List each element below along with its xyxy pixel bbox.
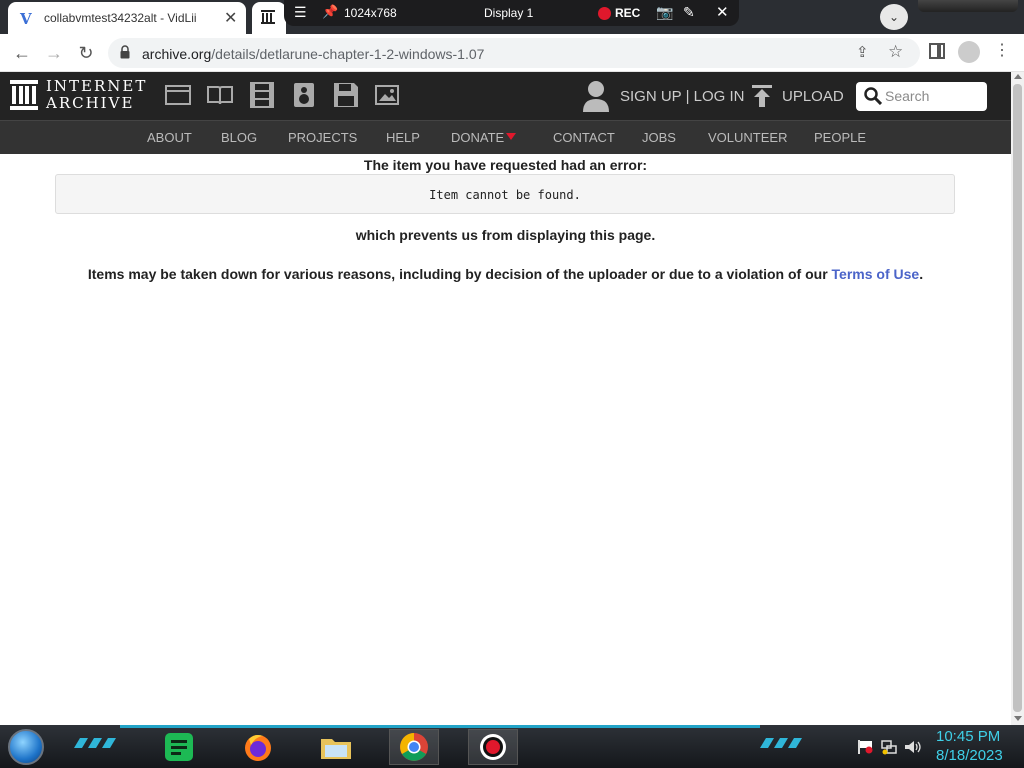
pen-icon[interactable]: ✎ [683,4,695,21]
nav-contact[interactable]: CONTACT [553,130,615,145]
share-icon[interactable]: ⇪ [856,43,869,61]
taskbar-decoration-right [760,738,802,748]
tab-close-icon[interactable]: ✕ [224,8,237,28]
nav-help[interactable]: HELP [386,130,420,145]
tab-title: collabvmtest34232alt - VidLii [44,11,197,25]
software-icon[interactable] [333,82,359,108]
site-header: INTERNET ARCHIVE SIGN UP | LOG IN UPLOAD [0,72,1011,120]
close-icon[interactable]: ✕ [716,3,729,21]
upload-icon[interactable] [752,85,772,107]
donate-heart-icon[interactable] [506,133,516,140]
video-icon[interactable] [249,82,275,108]
scrollbar-thumb[interactable] [1013,84,1022,712]
takedown-period: . [919,266,924,282]
record-label[interactable]: REC [615,6,640,20]
display-selector[interactable]: Display 1 [484,6,533,20]
page-scrollbar[interactable] [1011,72,1024,725]
menu-icon[interactable]: ☰ [294,4,307,21]
web-icon[interactable] [165,82,191,108]
search-input[interactable]: Search [856,82,987,111]
logo-line-1: INTERNET [46,77,148,95]
back-arrow-icon[interactable]: ← [10,41,34,65]
reload-icon[interactable]: ↻ [74,41,98,65]
nav-donate[interactable]: DONATE [451,130,504,145]
taskbar-decoration-left [74,738,116,748]
action-center-flag-icon[interactable] [857,740,873,754]
nav-blog[interactable]: BLOG [221,130,257,145]
takedown-text: Items may be taken down for various reas… [87,266,832,282]
network-icon[interactable] [881,739,897,755]
firefox-icon[interactable] [241,731,275,763]
tab-internet-archive[interactable] [252,2,286,34]
file-explorer-icon[interactable] [319,731,353,763]
taskbar-accent-line [120,725,760,728]
tab-search-chevron-icon[interactable]: ⌄ [880,4,908,30]
lock-icon [120,45,130,59]
bookmark-star-icon[interactable]: ☆ [888,42,903,62]
terms-of-use-link[interactable]: Terms of Use [832,266,920,282]
record-dot-icon[interactable] [598,7,611,20]
chrome-icon[interactable] [397,731,431,763]
browser-tab-strip: V collabvmtest34232alt - VidLii ✕ ☰ 📌 10… [0,0,1024,34]
vidlii-favicon-icon: V [20,10,32,28]
archive-logo-icon[interactable] [10,80,38,110]
remote-desktop-toolbar: ☰ 📌 1024x768 Display 1 REC 📷 ✎ ✕ [284,0,739,26]
logo-line-2: ARCHIVE [46,94,135,112]
side-panel-icon[interactable] [929,43,945,59]
nav-people[interactable]: PEOPLE [814,130,866,145]
volume-icon[interactable] [904,740,922,754]
search-icon[interactable] [864,87,882,105]
nav-projects[interactable]: PROJECTS [288,130,357,145]
error-heading: The item you have requested had an error… [363,157,648,173]
images-icon[interactable] [375,82,401,108]
obs-record-icon[interactable] [476,731,510,763]
camera-icon[interactable]: 📷 [656,4,673,21]
notes-app-icon[interactable] [162,731,196,763]
error-message: Item cannot be found. [429,188,581,202]
user-avatar-icon[interactable] [583,80,609,112]
more-menu-icon[interactable]: ⋮ [994,40,1010,60]
scroll-down-icon[interactable] [1014,716,1022,721]
upload-link[interactable]: UPLOAD [782,88,844,105]
search-placeholder: Search [885,88,930,104]
address-bar[interactable]: archive.org/details/detlarune-chapter-1-… [108,38,920,68]
window-controls[interactable] [918,0,1018,12]
profile-avatar-icon[interactable] [958,41,980,63]
resolution-label[interactable]: 1024x768 [344,6,397,20]
error-explanation: which prevents us from displaying this p… [355,227,656,243]
archive-favicon-icon [261,10,275,24]
error-message-box: Item cannot be found. [55,174,955,214]
nav-jobs[interactable]: JOBS [642,130,676,145]
audio-icon[interactable] [291,82,317,108]
site-logo-text[interactable]: INTERNET ARCHIVE [46,78,147,112]
takedown-notice: Items may be taken down for various reas… [0,266,1011,282]
pin-icon[interactable]: 📌 [322,4,338,20]
nav-about[interactable]: ABOUT [147,130,192,145]
signup-login-link[interactable]: SIGN UP | LOG IN [620,88,744,105]
forward-arrow-icon[interactable]: → [42,41,66,65]
tab-vidlii[interactable]: V collabvmtest34232alt - VidLii ✕ [8,2,246,34]
scroll-up-icon[interactable] [1014,74,1022,79]
nav-volunteer[interactable]: VOLUNTEER [708,130,787,145]
texts-icon[interactable] [207,82,233,108]
clock-date[interactable]: 8/18/2023 [936,747,1003,764]
clock-time[interactable]: 10:45 PM [936,728,1000,745]
browser-toolbar: ← → ↻ archive.org/details/detlarune-chap… [0,34,1024,72]
start-button[interactable] [8,729,44,765]
url-text: archive.org/details/detlarune-chapter-1-… [142,46,485,62]
